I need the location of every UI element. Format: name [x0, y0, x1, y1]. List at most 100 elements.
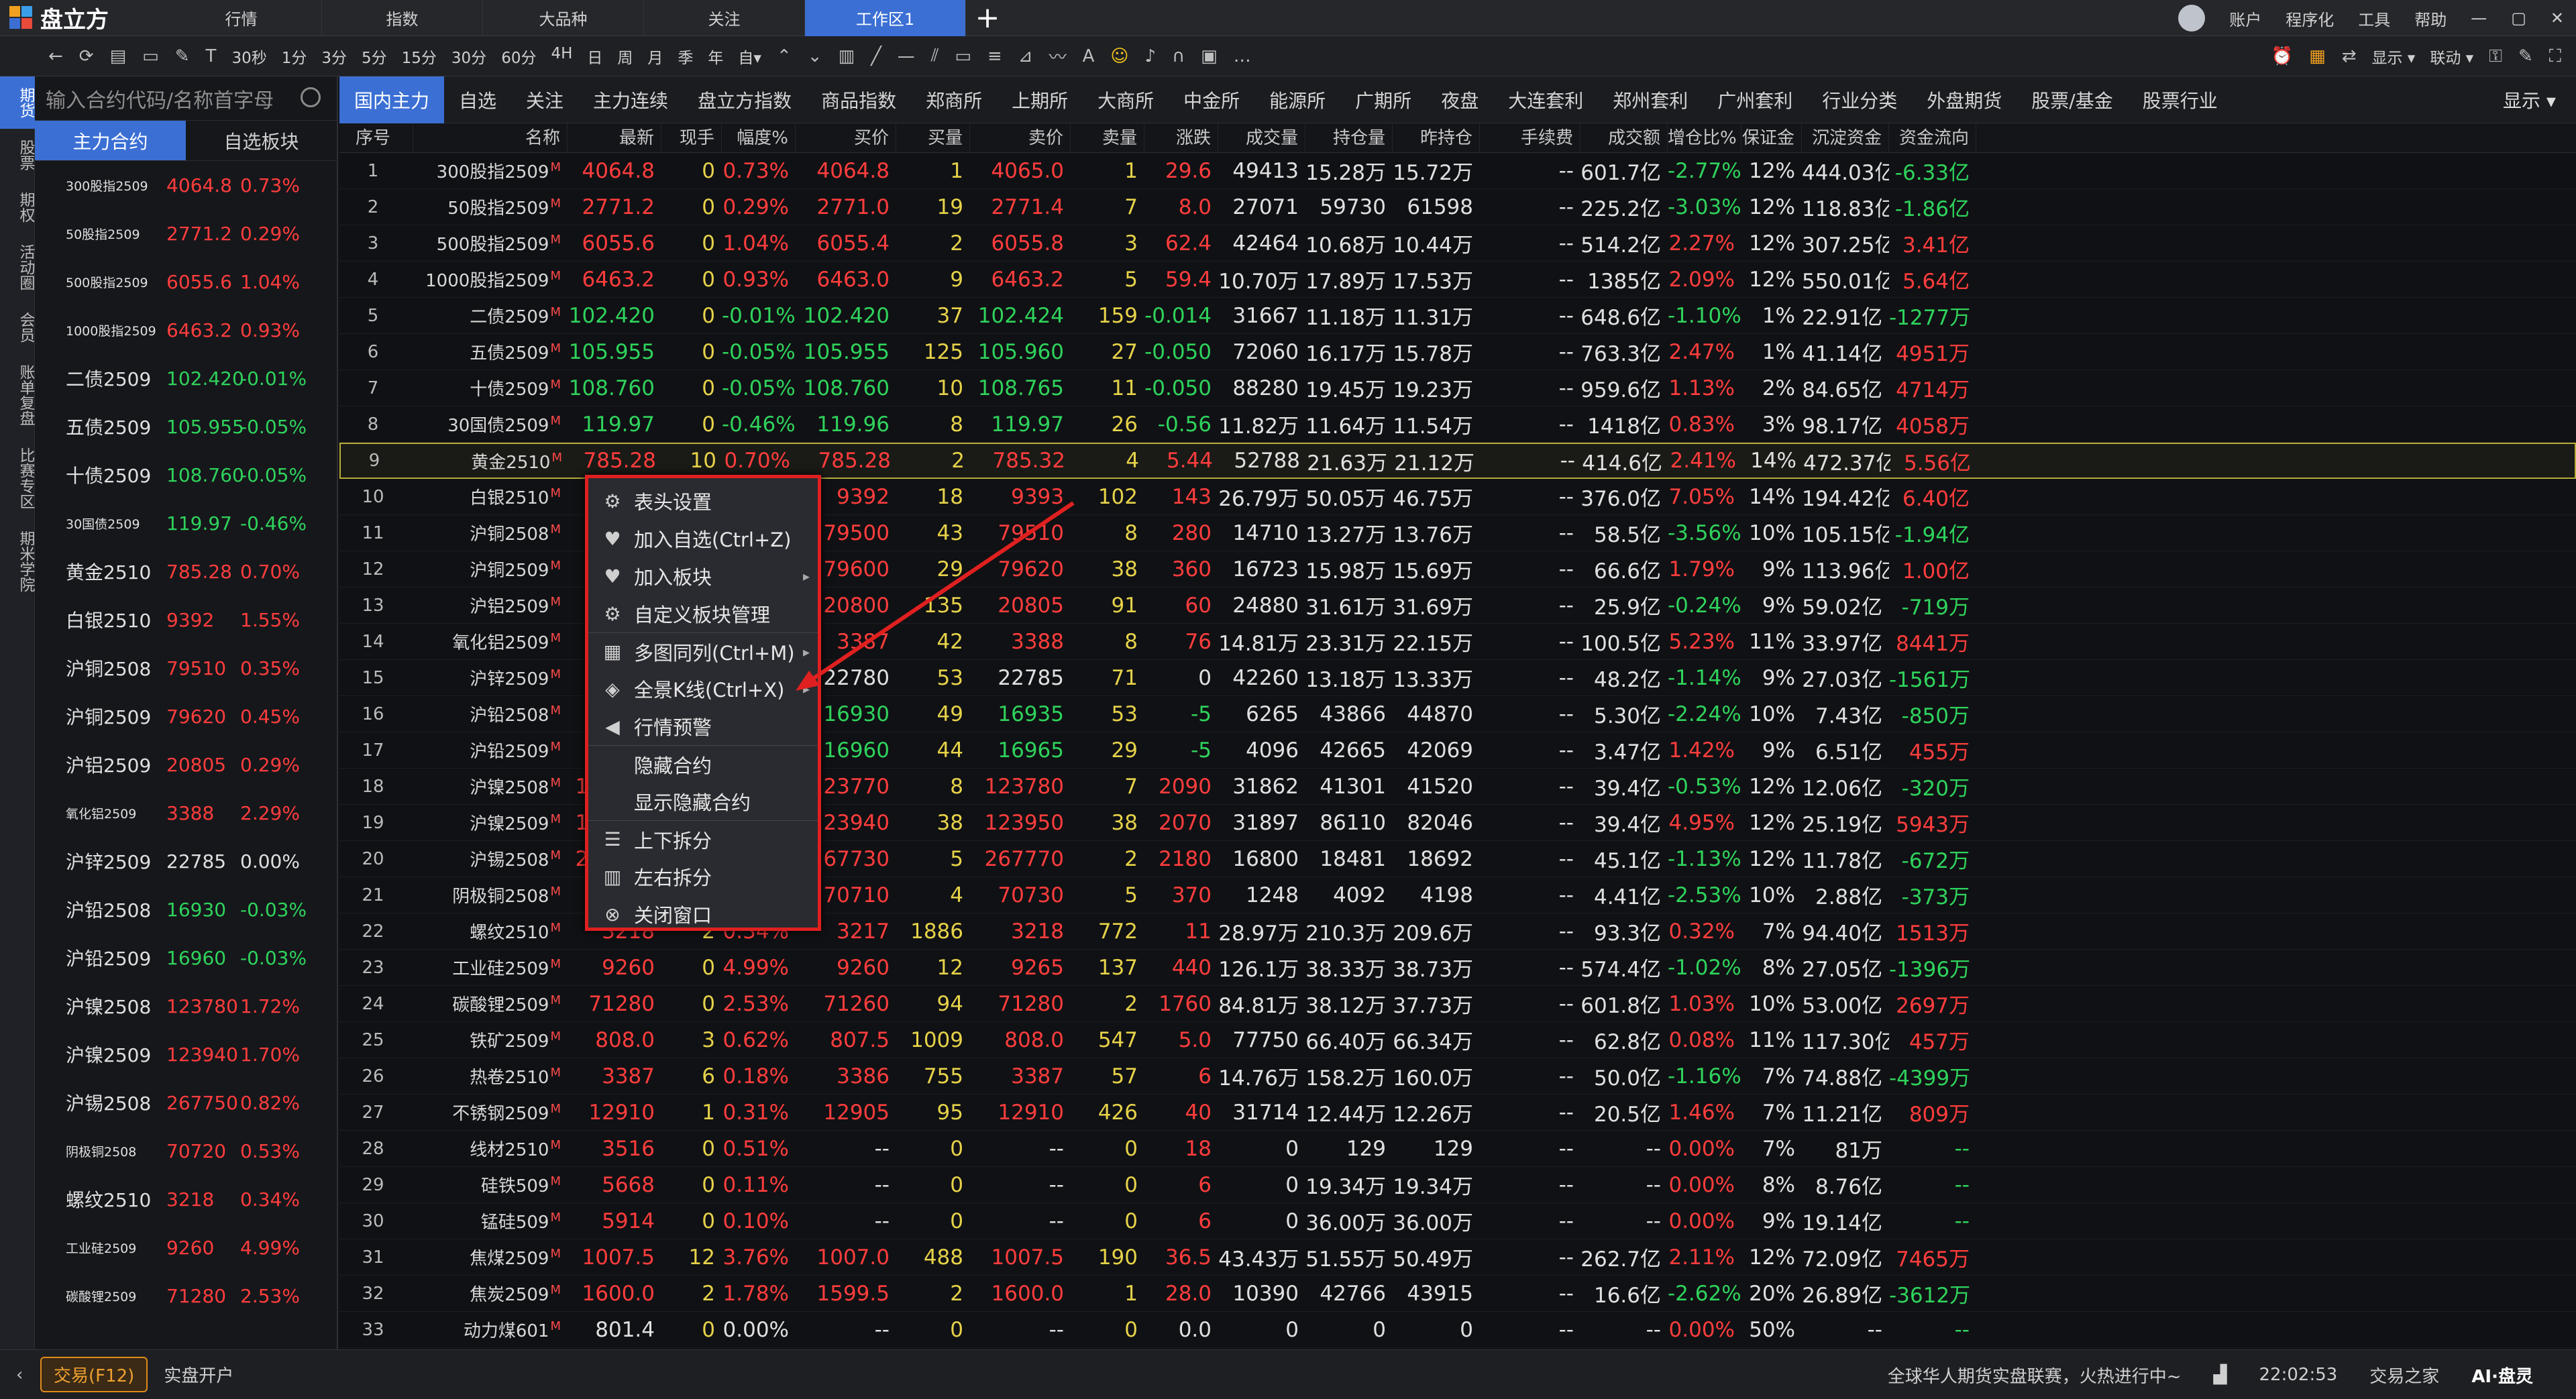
column-header[interactable]: 涨跌 [1144, 123, 1218, 153]
table-row[interactable]: 28 线材2510 M 3516 0 0.51% -- 0 -- 0 18 0 129 129 -- -- 0.… [339, 1131, 2576, 1167]
top-menu-2[interactable]: 工具 [2358, 7, 2390, 30]
table-row[interactable]: 29 硅铁509 M 5668 0 0.11% -- 0 -- 0 6 0 19.34万 19.34万 --… [339, 1167, 2576, 1203]
more-icon[interactable]: … [1234, 46, 1251, 66]
table-row[interactable]: 7 十债2509 M 108.760 0 -0.05% 108.760 10 108.765 11… [339, 370, 2576, 406]
lock-icon[interactable]: ⚿ [2489, 46, 2502, 67]
table-row[interactable]: 2 50股指2509 M 2771.2 0 0.29% 2771.0 19 2771.4 7 8.0… [339, 189, 2576, 225]
section-tab-3[interactable]: 主力连续 [578, 76, 683, 123]
column-header[interactable]: 幅度% [722, 123, 796, 153]
top-tab-3[interactable]: 关注 [644, 0, 805, 36]
column-header[interactable]: 沉淀资金 [1802, 123, 1889, 153]
column-header[interactable]: 序号 [339, 123, 413, 153]
contract-list-item[interactable]: 沪铅2508 16930 -0.03% [35, 885, 337, 934]
vertical-tab-2[interactable]: 期权 [0, 181, 35, 233]
contract-list-item[interactable]: 碳酸锂2509 71280 2.53% [35, 1272, 337, 1320]
column-header[interactable]: 现手 [661, 123, 722, 153]
contract-list-item[interactable]: 沪铜2508 79510 0.35% [35, 644, 337, 692]
magnet-icon[interactable]: ∩ [1172, 46, 1185, 66]
table-row[interactable]: 32 焦炭2509 M 1600.0 2 1.78% 1599.5 2 1600.0 1 28.0 1… [339, 1276, 2576, 1312]
ai-assistant-button[interactable]: AI·盘灵 [2471, 1363, 2533, 1388]
column-header[interactable]: 买价 [796, 123, 896, 153]
top-menu-1[interactable]: 程序化 [2286, 7, 2334, 30]
contract-list-item[interactable]: 500股指2509 6055.6 1.04% [35, 258, 337, 306]
home-link[interactable]: 交易之家 [2369, 1363, 2439, 1388]
open-account-link[interactable]: 实盘开户 [164, 1362, 233, 1387]
context-menu-item[interactable]: ◈ 全景K线(Ctrl+X) ▸ [588, 670, 818, 708]
emoji-icon[interactable]: ☺ [1110, 46, 1128, 66]
section-tab-5[interactable]: 商品指数 [806, 76, 911, 123]
column-header[interactable]: 卖价 [970, 123, 1071, 153]
table-row[interactable]: 4 1000股指2509 M 6463.2 0 0.93% 6463.0 9 6463.2 5 59… [339, 262, 2576, 298]
table-row[interactable]: 25 铁矿2509 M 808.0 3 0.62% 807.5 1009 808.0 547 5.0… [339, 1022, 2576, 1058]
section-tab-0[interactable]: 国内主力 [339, 76, 445, 123]
table-row[interactable]: 31 焦煤2509 M 1007.5 12 3.76% 1007.0 488 1007.5 190… [339, 1239, 2576, 1276]
period-12[interactable]: 年 [708, 45, 723, 68]
gann-tool-icon[interactable]: ⊿ [1018, 46, 1033, 66]
contract-list-item[interactable]: 沪锡2508 267750 0.82% [35, 1078, 337, 1127]
context-menu-item[interactable]: 显示隐藏合约 [588, 783, 818, 820]
fullscreen-icon[interactable]: ⛶ [2549, 46, 2561, 67]
table-row[interactable]: 33 动力煤601 M 801.4 0 0.00% -- 0 -- 0 0.0 0 0 0 -- -- 0.00… [339, 1312, 2576, 1348]
contract-list-item[interactable]: 螺纹2510 3218 0.34% [35, 1175, 337, 1223]
wave-tool-icon[interactable]: 〰 [1049, 44, 1067, 68]
section-tab-13[interactable]: 大连套利 [1493, 76, 1598, 123]
contract-list-item[interactable]: 沪镍2508 123780 1.72% [35, 982, 337, 1030]
column-header[interactable]: 保证金 [1741, 123, 1802, 153]
back-icon[interactable]: ← [48, 46, 63, 66]
table-row[interactable]: 30 锰硅509 M 5914 0 0.10% -- 0 -- 0 6 0 36.00万 36.00万 --… [339, 1203, 2576, 1239]
table-row[interactable]: 5 二债2509 M 102.420 0 -0.01% 102.420 37 102.424 15… [339, 298, 2576, 334]
top-menu-3[interactable]: 帮助 [2414, 7, 2447, 30]
contract-list-item[interactable]: 沪锌2509 22785 0.00% [35, 837, 337, 885]
contract-list-item[interactable]: 二债2509 102.420 -0.01% [35, 354, 337, 402]
context-menu-item[interactable]: ♥ 加入板块 ▸ [588, 557, 818, 595]
vertical-tab-5[interactable]: 账单复盘 [0, 353, 35, 437]
search-icon[interactable] [301, 87, 321, 107]
vertical-tab-0[interactable]: 期货 [0, 76, 35, 129]
context-menu-item[interactable]: ⚙ 表头设置 [588, 482, 818, 520]
section-tab-6[interactable]: 郑商所 [911, 76, 997, 123]
context-menu-item[interactable]: ⊗ 关闭窗口 [588, 895, 818, 933]
contract-list-item[interactable]: 沪铅2509 16960 -0.03% [35, 934, 337, 982]
contract-list-item[interactable]: 十债2509 108.760 -0.05% [35, 451, 337, 499]
column-header[interactable]: 资金流向 [1889, 123, 1976, 153]
vertical-tab-4[interactable]: 会员 [0, 301, 35, 353]
contract-list-item[interactable]: 黄金2510 785.28 0.70% [35, 547, 337, 596]
contract-tab-1[interactable]: 自选板块 [186, 121, 337, 160]
contract-search-input[interactable]: 输入合约代码/名称首字母 [35, 76, 337, 121]
period-4[interactable]: 15分 [402, 45, 437, 68]
section-tab-2[interactable]: 关注 [511, 76, 578, 123]
section-tab-18[interactable]: 股票/基金 [2017, 76, 2127, 123]
column-header[interactable]: 卖量 [1071, 123, 1144, 153]
sync-icon[interactable]: ⇄ [2342, 46, 2357, 66]
contract-list-item[interactable]: 沪铝2509 20805 0.29% [35, 740, 337, 789]
display-options-button[interactable]: 显示 ▾ [2503, 87, 2556, 113]
section-tab-15[interactable]: 广州套利 [1703, 76, 1807, 123]
table-row[interactable]: 3 500股指2509 M 6055.6 0 1.04% 6055.4 2 6055.8 3 62.… [339, 225, 2576, 262]
table-row[interactable]: 1 300股指2509 M 4064.8 0 0.73% 4064.8 1 4065.0 1 29.… [339, 153, 2576, 189]
link-dropdown[interactable]: 联动 ▾ [2430, 45, 2473, 68]
section-tab-8[interactable]: 大商所 [1083, 76, 1169, 123]
top-tab-1[interactable]: 指数 [322, 0, 483, 36]
column-header[interactable]: 昨持仓 [1393, 123, 1480, 153]
pen-icon[interactable]: ✎ [175, 46, 190, 66]
top-tab-0[interactable]: 行情 [161, 0, 322, 36]
trade-button[interactable]: 交易(F12) [40, 1357, 148, 1392]
contract-list-item[interactable]: 工业硅2509 9260 4.99% [35, 1223, 337, 1272]
calendar-icon[interactable]: ▦ [2309, 46, 2326, 66]
section-tab-9[interactable]: 中金所 [1169, 76, 1254, 123]
contract-list-item[interactable]: 阴极铜2508 70720 0.53% [35, 1127, 337, 1175]
table-row[interactable]: 8 30国债2509 M 119.97 0 -0.46% 119.96 8 119.97 26 -0… [339, 406, 2576, 443]
contract-list-item[interactable]: 五债2509 105.955 -0.05% [35, 402, 337, 451]
add-tab-button[interactable]: + [966, 0, 1009, 36]
table-row[interactable]: 26 热卷2510 M 3387 6 0.18% 3386 755 3387 57 6 14.76万 1… [339, 1058, 2576, 1095]
table-row[interactable]: 23 工业硅2509 M 9260 0 4.99% 9260 12 9265 137 440 126.… [339, 950, 2576, 986]
close-icon[interactable]: ✕ [2551, 9, 2564, 27]
context-menu-item[interactable]: ♥ 加入自选(Ctrl+Z) [588, 520, 818, 557]
text-tool-icon[interactable]: A [1083, 46, 1095, 66]
column-header[interactable]: 买量 [896, 123, 970, 153]
top-tab-4[interactable]: 工作区1 [805, 0, 966, 36]
period-6[interactable]: 60分 [501, 45, 536, 68]
period-8[interactable]: 日 [587, 45, 602, 68]
context-menu-item[interactable]: 隐藏合约 [588, 745, 818, 783]
column-header[interactable]: 持仓量 [1305, 123, 1393, 153]
